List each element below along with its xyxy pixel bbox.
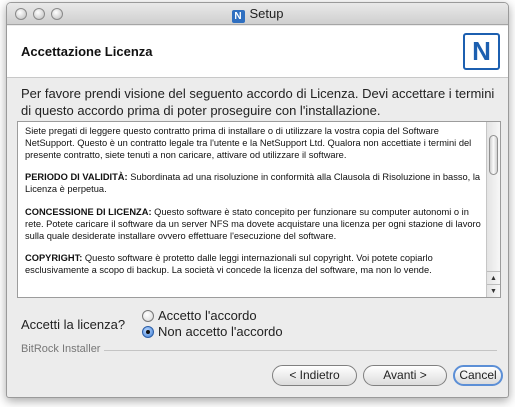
installer-label: BitRock Installer [21, 343, 105, 355]
title-bar[interactable]: N Setup [7, 3, 508, 25]
window-title-text: Setup [249, 6, 284, 21]
scroll-up-arrow-icon[interactable]: ▲ [487, 271, 500, 284]
next-button[interactable]: Avanti > [363, 365, 447, 386]
license-paragraph: CONCESSIONE DI LICENZA: Questo software … [25, 207, 485, 242]
license-paragraph-text: Questo software è protetto dalle leggi i… [25, 253, 433, 276]
license-heading: PERIODO DI VALIDITÀ: [25, 172, 128, 183]
accept-radio[interactable] [142, 309, 154, 322]
page-title: Accettazione Licenza [21, 44, 153, 59]
accept-option[interactable]: Accetto l'accordo [142, 308, 257, 323]
netsupport-logo-icon: N [463, 33, 500, 70]
decline-option[interactable]: Non accetto l'accordo [142, 324, 283, 339]
scrollbar-thumb[interactable] [489, 135, 498, 175]
footer-divider [97, 350, 497, 351]
license-text-box[interactable]: Siete pregati di leggere questo contratt… [17, 121, 501, 298]
scroll-down-arrow-icon[interactable]: ▼ [487, 284, 500, 297]
setup-window: N Setup Accettazione Licenza N Per favore… [6, 2, 509, 398]
page-header: Accettazione Licenza N [7, 26, 508, 78]
intro-text: Per favore prendi visione del seguento a… [21, 86, 495, 118]
license-heading: COPYRIGHT: [25, 253, 83, 264]
license-paragraph: PERIODO DI VALIDITÀ: Subordinata ad una … [25, 172, 485, 196]
decline-option-label[interactable]: Non accetto l'accordo [158, 324, 283, 339]
license-paragraph: Siete pregati di leggere questo contratt… [25, 126, 472, 160]
license-heading: CONCESSIONE DI LICENZA: [25, 206, 152, 217]
accept-license-label: Accetti la licenza? [21, 317, 126, 332]
license-paragraph: COPYRIGHT: Questo software è protetto da… [25, 253, 485, 277]
app-icon: N [231, 10, 245, 23]
accept-option-label[interactable]: Accetto l'accordo [158, 308, 257, 323]
license-content: Siete pregati di leggere questo contratt… [25, 126, 485, 288]
cancel-button[interactable]: Cancel [453, 365, 503, 386]
back-button[interactable]: < Indietro [272, 365, 357, 386]
license-scrollbar[interactable]: ▲ ▼ [486, 122, 500, 297]
decline-radio[interactable] [142, 325, 154, 338]
window-title: N Setup [7, 6, 508, 23]
